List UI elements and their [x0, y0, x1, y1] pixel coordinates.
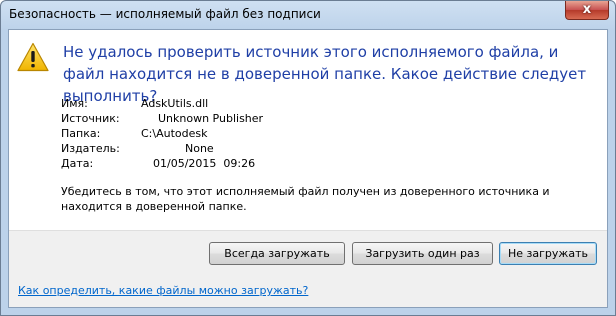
dialog-footer: Как определить, какие файлы можно загруж…: [9, 277, 607, 307]
close-icon: x: [582, 2, 592, 17]
always-load-button[interactable]: Всегда загружать: [209, 242, 345, 265]
title-bar[interactable]: Безопасность — исполняемый файл без подп…: [1, 1, 615, 29]
help-link[interactable]: Как определить, какие файлы можно загруж…: [18, 284, 308, 297]
button-bar: Всегда загружать Загрузить один раз Не з…: [9, 230, 607, 277]
detail-label: Дата:: [61, 157, 94, 170]
detail-label: Папка:: [61, 127, 101, 140]
detail-value: 01/05/2015 09:26: [153, 157, 256, 170]
close-button[interactable]: x: [565, 1, 609, 20]
detail-value: Unknown Publisher: [158, 112, 264, 125]
detail-value: C:\Autodesk: [141, 127, 208, 140]
detail-label: Источник:: [61, 112, 120, 125]
dialog-content: Не удалось проверить источник этого испо…: [8, 29, 608, 308]
dont-load-button[interactable]: Не загружать: [499, 242, 597, 265]
load-once-button[interactable]: Загрузить один раз: [352, 242, 493, 265]
detail-value: AdskUtils.dll: [141, 97, 209, 110]
detail-label: Издатель:: [61, 142, 120, 155]
trust-note: Убедитесь в том, что этот исполняемый фа…: [61, 185, 550, 213]
dialog-window: Безопасность — исполняемый файл без подп…: [0, 0, 616, 316]
window-title: Безопасность — исполняемый файл без подп…: [9, 7, 321, 21]
detail-value: None: [185, 142, 214, 155]
warning-icon: [17, 42, 49, 72]
detail-label: Имя:: [61, 97, 88, 110]
